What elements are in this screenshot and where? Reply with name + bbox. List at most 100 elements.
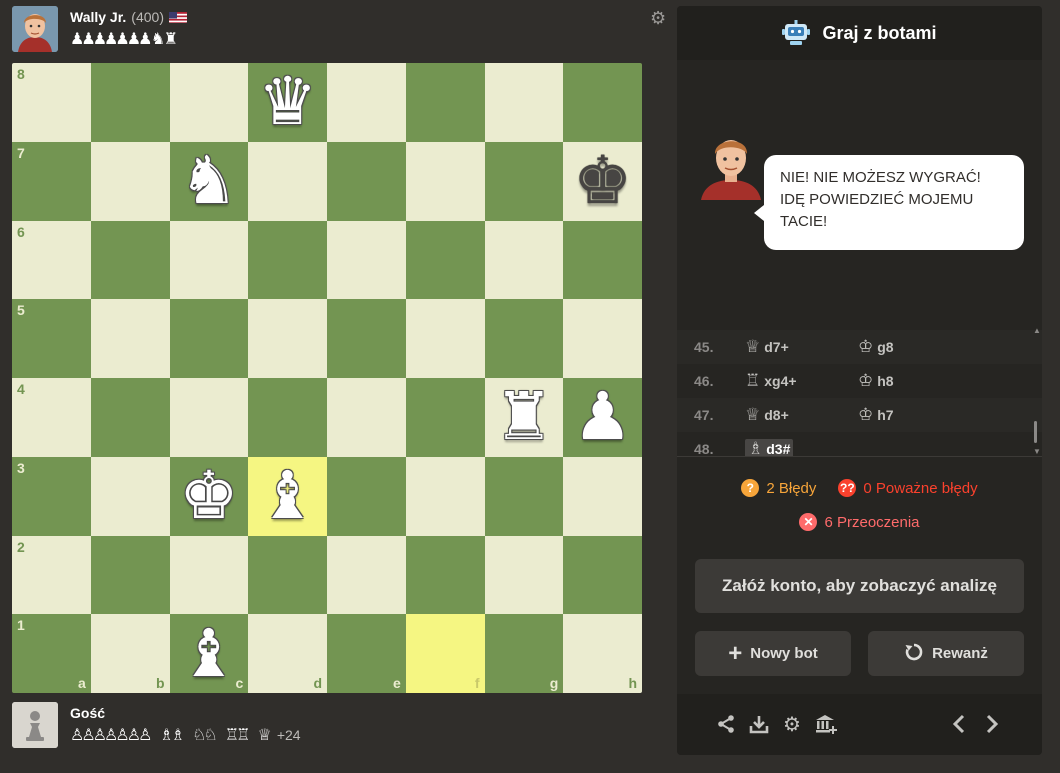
- square-a5[interactable]: 5: [12, 299, 91, 378]
- rematch-button[interactable]: Rewanż: [868, 631, 1024, 676]
- square-b3[interactable]: [90, 456, 170, 536]
- square-b5[interactable]: [90, 299, 170, 378]
- white-queen-piece[interactable]: ♛: [258, 69, 317, 135]
- misses-stat[interactable]: ✕ 6 Przeoczenia: [799, 513, 920, 531]
- square-d6[interactable]: [248, 220, 327, 300]
- square-b6[interactable]: [90, 220, 170, 300]
- black-move[interactable]: ♔ g8: [858, 337, 971, 357]
- square-a6[interactable]: 6: [12, 220, 91, 300]
- square-c1[interactable]: c ♝: [169, 614, 249, 693]
- square-c8[interactable]: [169, 63, 249, 142]
- black-king-piece[interactable]: ♚: [573, 148, 632, 214]
- square-d8[interactable]: ♛: [248, 63, 327, 142]
- settings-icon[interactable]: ⚙: [781, 713, 803, 736]
- square-c4[interactable]: [169, 378, 249, 457]
- move-list[interactable]: 45. ♕ d7+ ♔ g8 46. ♖ xg4+ ♔ h8 47. ♕ d8+ ♔ h7 48. ♗ d3#: [677, 330, 1042, 456]
- white-move[interactable]: ♗ d3#: [745, 439, 858, 456]
- square-a8[interactable]: 8: [12, 63, 91, 142]
- white-move[interactable]: ♕ d8+: [745, 405, 858, 425]
- square-f7[interactable]: [405, 141, 485, 221]
- mistakes-stat[interactable]: ? 2 Błędy: [741, 479, 816, 497]
- square-b7[interactable]: [90, 141, 170, 221]
- square-f4[interactable]: [405, 378, 485, 457]
- download-icon[interactable]: [748, 713, 770, 735]
- white-knight-piece[interactable]: ♞: [179, 148, 238, 214]
- white-rook-piece[interactable]: ♜: [494, 384, 553, 450]
- scroll-thumb[interactable]: [1034, 421, 1037, 443]
- previous-chevron-icon[interactable]: [948, 713, 970, 735]
- square-h5[interactable]: [563, 299, 642, 378]
- square-b4[interactable]: [90, 378, 170, 457]
- square-h1[interactable]: h: [563, 614, 642, 693]
- square-c6[interactable]: [169, 220, 249, 300]
- square-g2[interactable]: [484, 535, 564, 615]
- square-f3[interactable]: [405, 456, 485, 536]
- square-f8[interactable]: [405, 63, 485, 142]
- blunders-stat[interactable]: ?? 0 Poważne błędy: [838, 479, 978, 497]
- square-d3[interactable]: ♝: [248, 456, 327, 536]
- guest-avatar[interactable]: [12, 702, 58, 748]
- square-a1[interactable]: 1a: [12, 614, 91, 693]
- square-d4[interactable]: [248, 378, 327, 457]
- chess-board[interactable]: 8 ♛ 7 ♞ ♚ 6 5 4 ♜ ♟ 3 ♚ ♝ 2 1 a b c ♝ d e f g h: [12, 63, 642, 693]
- square-d7[interactable]: [248, 141, 327, 221]
- square-h8[interactable]: [563, 63, 642, 142]
- square-g8[interactable]: [484, 63, 564, 142]
- white-bishop-piece[interactable]: ♝: [179, 620, 238, 687]
- scroll-down-icon[interactable]: ▼: [1033, 447, 1041, 456]
- square-g5[interactable]: [484, 299, 564, 378]
- square-f6[interactable]: [405, 220, 485, 300]
- move-list-scrollbar[interactable]: ▲ ▼: [1033, 326, 1041, 456]
- square-b8[interactable]: [90, 63, 170, 142]
- square-e1[interactable]: e: [327, 614, 406, 693]
- square-c2[interactable]: [169, 535, 249, 615]
- black-move[interactable]: ♔ h8: [858, 371, 971, 391]
- square-h3[interactable]: [563, 456, 642, 536]
- square-e2[interactable]: [327, 535, 406, 615]
- white-move[interactable]: ♖ xg4+: [745, 371, 858, 391]
- square-a2[interactable]: 2: [12, 535, 91, 615]
- square-e7[interactable]: [327, 141, 406, 221]
- square-g3[interactable]: [484, 456, 564, 536]
- square-h4[interactable]: ♟: [563, 378, 642, 457]
- square-d2[interactable]: [248, 535, 327, 615]
- square-g7[interactable]: [484, 141, 564, 221]
- square-a7[interactable]: 7: [12, 141, 91, 221]
- square-c3[interactable]: ♚: [169, 456, 249, 536]
- square-b2[interactable]: [90, 535, 170, 615]
- square-d5[interactable]: [248, 299, 327, 378]
- white-bishop-piece[interactable]: ♝: [258, 463, 317, 529]
- square-e3[interactable]: [327, 456, 406, 536]
- opponent-avatar[interactable]: [12, 6, 58, 52]
- square-d1[interactable]: d: [248, 614, 327, 693]
- black-move[interactable]: ♔ h7: [858, 405, 971, 425]
- opponent-name[interactable]: Wally Jr.: [70, 9, 126, 25]
- square-e8[interactable]: [327, 63, 406, 142]
- square-e6[interactable]: [327, 220, 406, 300]
- create-account-analysis-button[interactable]: Załóż konto, aby zobaczyć analizę: [695, 559, 1024, 613]
- square-h7[interactable]: ♚: [563, 141, 642, 221]
- square-f5[interactable]: [405, 299, 485, 378]
- square-c5[interactable]: [169, 299, 249, 378]
- square-h6[interactable]: [563, 220, 642, 300]
- square-g4[interactable]: ♜: [484, 378, 564, 457]
- square-g6[interactable]: [484, 220, 564, 300]
- scroll-up-icon[interactable]: ▲: [1033, 326, 1041, 335]
- library-icon[interactable]: [815, 713, 837, 735]
- new-bot-button[interactable]: + Nowy bot: [695, 631, 851, 676]
- white-move[interactable]: ♕ d7+: [745, 337, 858, 357]
- share-icon[interactable]: [715, 713, 737, 735]
- square-b1[interactable]: b: [90, 614, 170, 693]
- square-a4[interactable]: 4: [12, 378, 91, 457]
- white-pawn-piece[interactable]: ♟: [573, 384, 632, 450]
- white-king-piece[interactable]: ♚: [179, 463, 238, 529]
- settings-gear-icon[interactable]: ⚙: [650, 9, 668, 27]
- square-f1[interactable]: f: [405, 614, 485, 693]
- square-h2[interactable]: [563, 535, 642, 615]
- square-e5[interactable]: [327, 299, 406, 378]
- square-e4[interactable]: [327, 378, 406, 457]
- square-c7[interactable]: ♞: [169, 141, 249, 221]
- square-a3[interactable]: 3: [12, 456, 91, 536]
- square-g1[interactable]: g: [484, 614, 564, 693]
- square-f2[interactable]: [405, 535, 485, 615]
